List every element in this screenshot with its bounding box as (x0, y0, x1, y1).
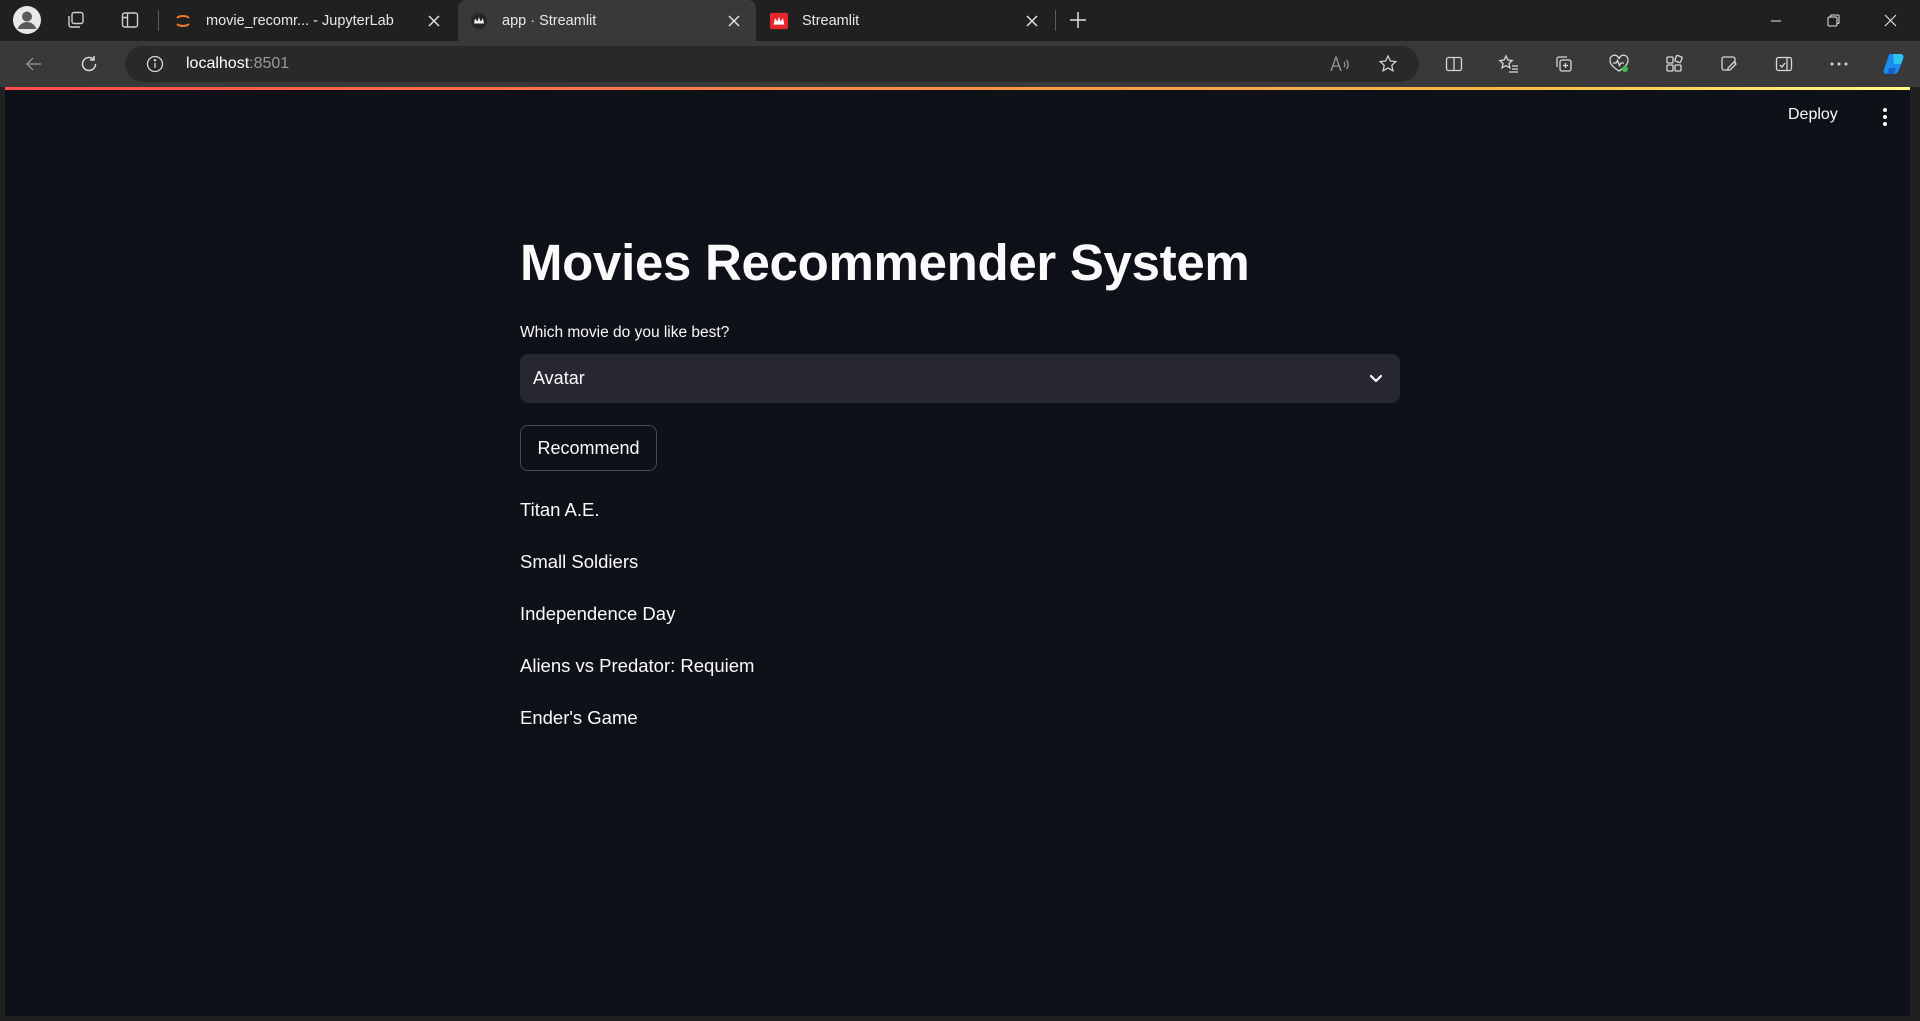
close-icon[interactable] (724, 11, 744, 31)
extensions-icon[interactable] (1657, 48, 1691, 80)
close-window-icon[interactable] (1862, 0, 1918, 41)
url-port: :8501 (249, 55, 290, 72)
streamlit-crown-icon (470, 12, 488, 30)
tab-streamlit[interactable]: Streamlit (758, 0, 1054, 41)
header-decoration-bar (5, 87, 1910, 90)
deploy-button[interactable]: Deploy (1788, 106, 1838, 124)
new-tab-plus-icon[interactable] (1060, 4, 1096, 36)
chevron-down-icon[interactable] (1366, 368, 1386, 388)
tab-title: Streamlit (802, 12, 860, 29)
read-aloud-icon[interactable] (1327, 52, 1353, 76)
minimize-icon[interactable] (1748, 0, 1804, 41)
tab-separator (1055, 10, 1056, 31)
page-title: Movies Recommender System (520, 234, 1250, 291)
tab-title: movie_recomr... - JupyterLab (206, 12, 394, 29)
more-options-icon[interactable] (1822, 48, 1856, 80)
browser-essentials-icon[interactable] (1602, 48, 1636, 80)
streamlit-logo-icon (770, 12, 788, 30)
profile-avatar-icon[interactable] (9, 4, 45, 36)
tab-title: app · Streamlit (502, 12, 597, 29)
tab-app-streamlit[interactable]: app · Streamlit (458, 0, 756, 41)
refresh-icon[interactable] (72, 48, 106, 80)
performance-icon[interactable] (1712, 48, 1746, 80)
favorite-star-icon[interactable] (1375, 52, 1401, 76)
recommendation-item: Titan A.E. (520, 499, 600, 520)
selected-movie-value: Avatar (533, 368, 585, 388)
streamlit-app-viewport: Deploy Movies Recommender System Which m… (5, 87, 1910, 1016)
recommendation-item: Aliens vs Predator: Requiem (520, 655, 755, 676)
restore-icon[interactable] (1805, 0, 1861, 41)
main-menu-kebab-icon[interactable] (1875, 107, 1895, 127)
address-bar[interactable]: localhost:8501 (125, 46, 1419, 82)
jupyter-icon (174, 12, 192, 30)
recommendation-item: Independence Day (520, 603, 676, 624)
split-screen-icon[interactable] (1437, 48, 1471, 80)
vertical-tabs-icon[interactable] (112, 4, 148, 36)
url-text: localhost:8501 (186, 55, 289, 73)
movie-select[interactable]: Avatar (520, 354, 1400, 403)
workspaces-icon[interactable] (58, 4, 94, 36)
url-host: localhost (186, 55, 250, 72)
copilot-icon[interactable] (1877, 48, 1911, 80)
movie-select-label: Which movie do you like best? (520, 324, 730, 341)
recommendation-item: Ender's Game (520, 707, 638, 728)
close-icon[interactable] (1022, 11, 1042, 31)
collections-icon[interactable] (1547, 48, 1581, 80)
recommend-button[interactable]: Recommend (520, 425, 657, 471)
browser-tab-strip: movie_recomr... - JupyterLab app · Strea… (0, 0, 1920, 41)
tab-separator (158, 10, 159, 31)
tab-jupyterlab[interactable]: movie_recomr... - JupyterLab (162, 0, 456, 41)
favorites-icon[interactable] (1492, 48, 1526, 80)
recommendation-item: Small Soldiers (520, 551, 639, 572)
browser-toolbar: localhost:8501 (0, 41, 1920, 87)
site-info-icon[interactable] (145, 54, 165, 74)
close-icon[interactable] (424, 11, 444, 31)
back-arrow-icon[interactable] (17, 48, 51, 80)
sidebar-toggle-icon[interactable] (1767, 48, 1801, 80)
